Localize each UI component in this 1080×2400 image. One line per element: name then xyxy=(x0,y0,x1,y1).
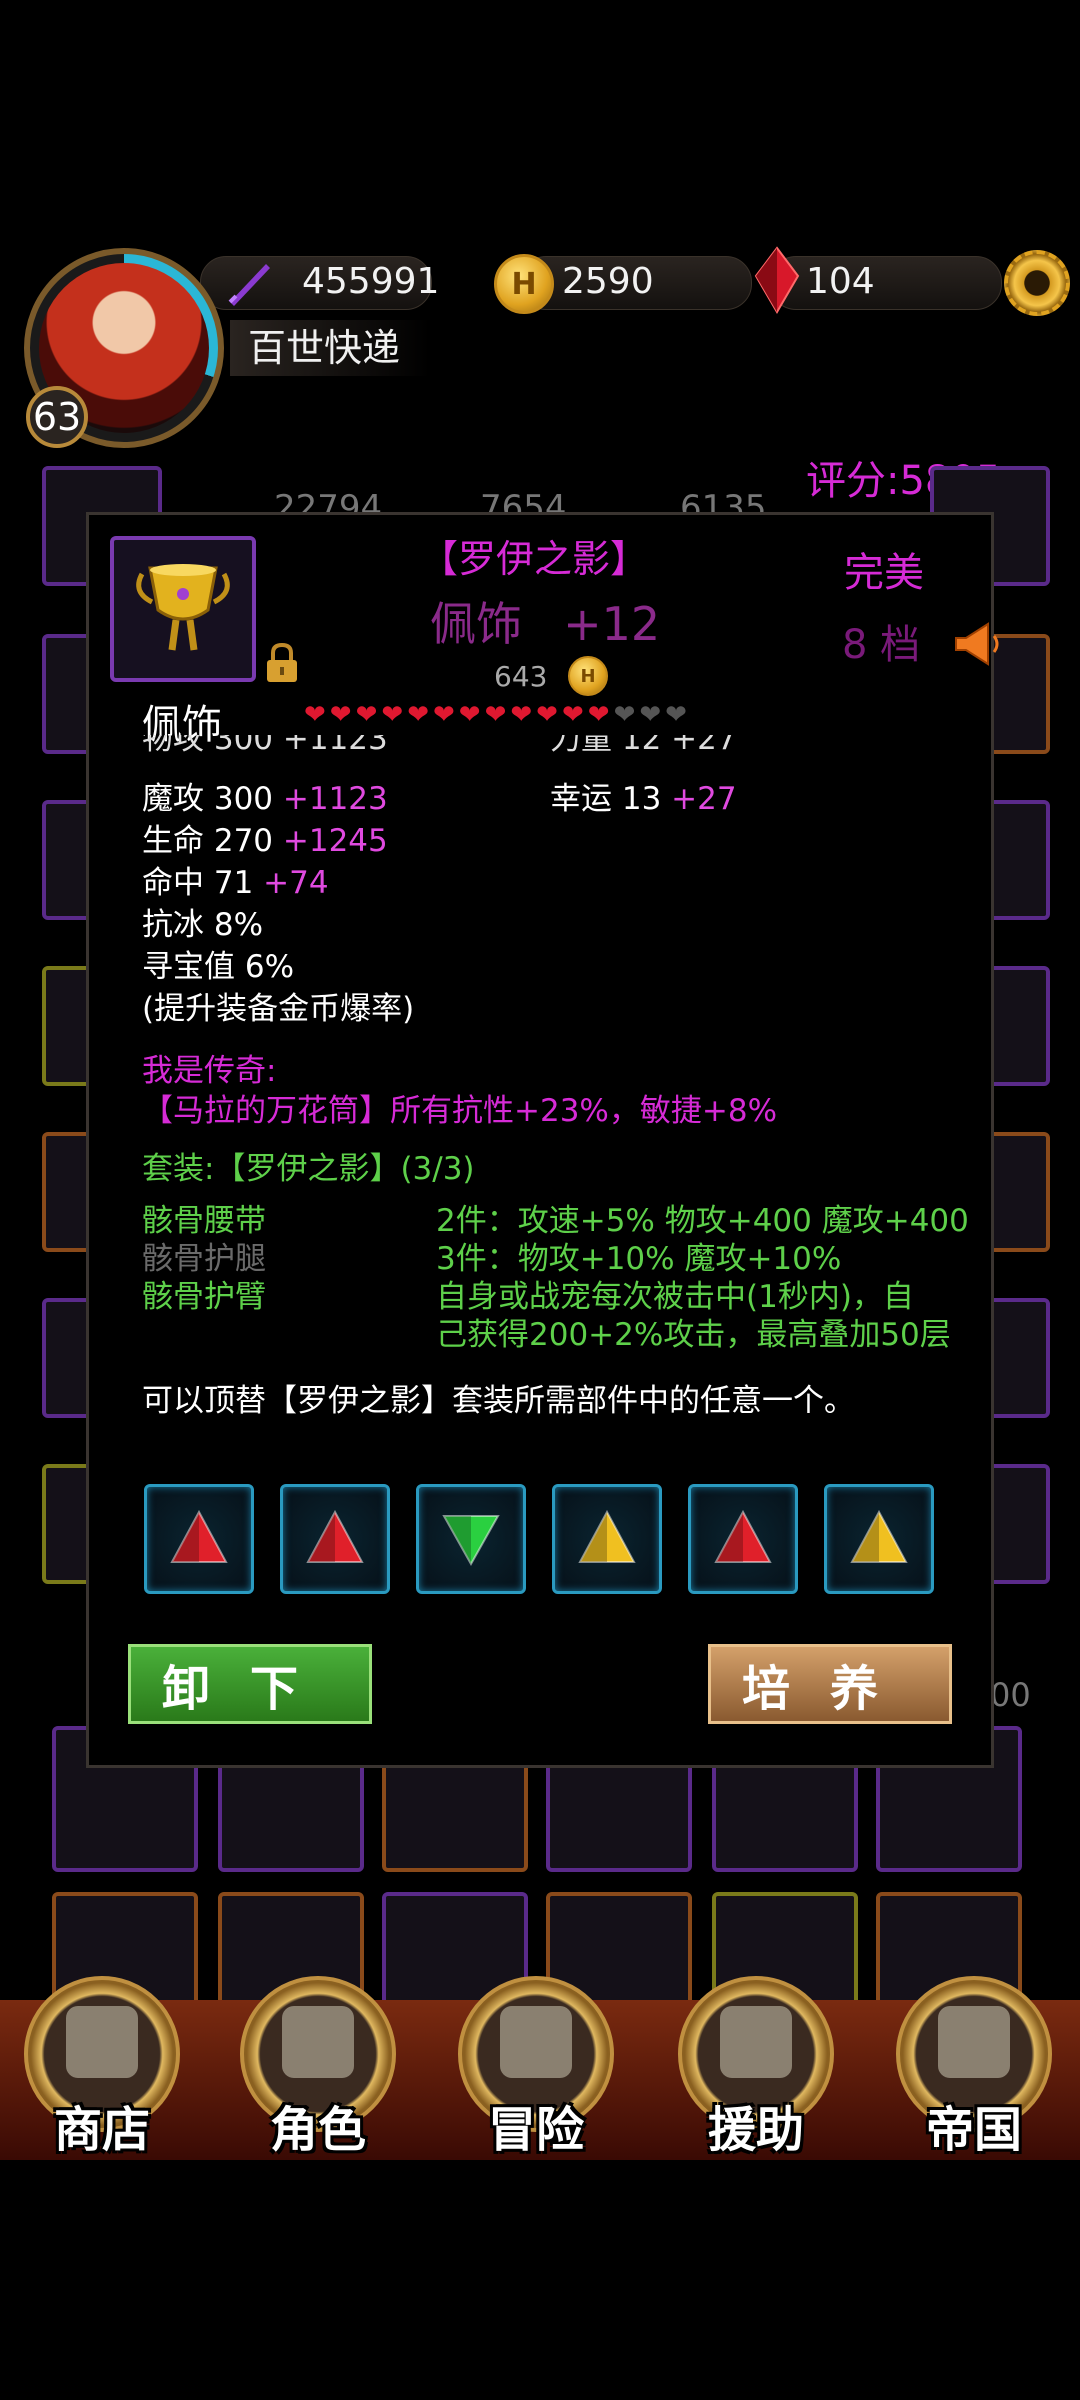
heart-empty-icon: ❤ xyxy=(665,700,687,730)
stat-magic-attack-bonus: +1123 xyxy=(282,781,388,817)
item-price: 643 xyxy=(494,660,548,693)
nav-label[interactable]: 角色 xyxy=(218,2090,418,2160)
hooded-figure-icon xyxy=(282,2006,354,2078)
level-badge: 63 xyxy=(26,386,88,448)
crown-icon xyxy=(938,2006,1010,2078)
set-effect-line-2: 己获得200+2%攻击，最高叠加50层 xyxy=(436,1317,951,1353)
item-grade: 8 档 xyxy=(842,622,921,668)
unequip-button[interactable]: 卸下 xyxy=(128,1644,372,1724)
item-slot-title: 佩饰 xyxy=(430,597,522,651)
stat-physical-attack-cut: 物攻 300 +1123 xyxy=(142,735,388,755)
stat-luck-base: 幸运 13 xyxy=(550,781,672,817)
player-name: 百世快递 xyxy=(248,326,401,370)
gem-triangle-icon xyxy=(306,1509,364,1563)
legendary-effect: 【马拉的万花筒】所有抗性+23%，敏捷+8% xyxy=(142,1093,778,1129)
helper-girl-icon xyxy=(720,2006,792,2078)
heart-filled-icon: ❤ xyxy=(510,700,533,730)
item-quality: 完美 xyxy=(844,550,924,596)
gem-socket[interactable] xyxy=(552,1484,662,1594)
dungeon-gate-icon xyxy=(500,2006,572,2078)
gem-socket[interactable] xyxy=(416,1484,526,1594)
legendary-title: 我是传奇: xyxy=(142,1053,277,1089)
nav-label[interactable]: 商店 xyxy=(2,2090,202,2160)
gold-coin-icon: H xyxy=(494,254,554,314)
heart-filled-icon: ❤ xyxy=(587,700,610,730)
stat-magic-attack: 魔攻 300 +1123 xyxy=(142,778,388,820)
small-coin-icon: H xyxy=(568,656,608,696)
stat-hit: 命中 71 +74 xyxy=(142,862,329,904)
gem-socket[interactable] xyxy=(824,1484,934,1594)
castle-icon xyxy=(66,2006,138,2078)
set-part-bracer: 骸骨护臂 xyxy=(142,1279,266,1315)
stat-treasure: 寻宝值 6% xyxy=(142,949,295,985)
nav-label[interactable]: 帝国 xyxy=(874,2090,1074,2160)
heart-filled-icon: ❤ xyxy=(536,700,558,730)
power-value: 455991 xyxy=(302,261,440,302)
item-slot-title-row: 佩饰 +12 xyxy=(430,588,660,654)
gem-socket[interactable] xyxy=(688,1484,798,1594)
gem-triangle-icon xyxy=(170,1509,228,1563)
stat-magic-attack-base: 魔攻 300 xyxy=(142,781,283,817)
heart-filled-icon: ❤ xyxy=(484,700,507,730)
cultivate-button[interactable]: 培养 xyxy=(708,1644,952,1724)
gem-socket-row xyxy=(144,1484,936,1594)
lock-icon[interactable] xyxy=(264,642,300,684)
gem-value: 104 xyxy=(806,261,875,302)
set-title: 套装:【罗伊之影】(3/3) xyxy=(142,1151,475,1187)
heart-filled-icon: ❤ xyxy=(458,700,481,730)
stat-hit-base: 命中 71 xyxy=(142,865,264,901)
red-crystal-icon[interactable] xyxy=(752,246,802,314)
gem-triangle-icon xyxy=(714,1509,772,1563)
stat-hit-bonus: +74 xyxy=(263,865,329,901)
gem-bar xyxy=(770,256,1002,310)
bg-right-number: 00 xyxy=(990,1676,1031,1714)
heart-empty-icon: ❤ xyxy=(613,700,636,730)
stat-hp-base: 生命 270 xyxy=(142,823,283,859)
settings-gear-icon[interactable] xyxy=(1004,250,1070,316)
golden-cup-icon xyxy=(136,564,230,651)
stat-hp-bonus: +1245 xyxy=(282,823,388,859)
heart-filled-icon: ❤ xyxy=(304,700,326,730)
heart-filled-icon: ❤ xyxy=(432,700,455,730)
item-name: 【罗伊之影】 xyxy=(420,537,649,581)
bottom-nav: 商店 角色 冒险 援助 帝国 xyxy=(0,1976,1080,2158)
quality-hearts: ❤ ❤ ❤ ❤ ❤ ❤ ❤ ❤ ❤ ❤ ❤ ❤ ❤ ❤ ❤ xyxy=(304,700,691,730)
stat-hp: 生命 270 +1245 xyxy=(142,820,388,862)
item-enhance: +12 xyxy=(563,597,661,651)
stat-luck-bonus: +27 xyxy=(671,781,737,817)
nav-label[interactable]: 援助 xyxy=(656,2090,856,2160)
sword-icon xyxy=(228,264,270,306)
heart-filled-icon: ❤ xyxy=(355,700,378,730)
stat-luck: 幸运 13 +27 xyxy=(550,778,737,820)
nav-label[interactable]: 冒险 xyxy=(436,2090,636,2160)
heart-filled-icon: ❤ xyxy=(329,700,352,730)
gem-triangle-icon xyxy=(578,1509,636,1563)
gem-emerald-icon xyxy=(442,1515,500,1567)
heart-empty-icon: ❤ xyxy=(639,700,662,730)
stat-strength-cut: 力量 12 +27 xyxy=(550,735,737,755)
item-icon-frame xyxy=(110,536,256,682)
set-part-belt: 骸骨腰带 xyxy=(142,1203,266,1239)
gold-value: 2590 xyxy=(562,261,654,302)
horn-icon[interactable] xyxy=(950,616,1006,672)
gem-socket[interactable] xyxy=(280,1484,390,1594)
heart-filled-icon: ❤ xyxy=(561,700,584,730)
heart-filled-icon: ❤ xyxy=(381,700,404,730)
set-effect-line-1: 自身或战宠每次被击中(1秒内)，自 xyxy=(436,1279,914,1315)
set-bonus-3: 3件：物攻+10% 魔攻+10% xyxy=(436,1241,842,1277)
heart-filled-icon: ❤ xyxy=(407,700,429,730)
stat-treasure-note: (提升装备金币爆率) xyxy=(142,991,415,1027)
set-bonus-2: 2件：攻速+5% 物攻+400 魔攻+400 xyxy=(436,1203,969,1239)
set-part-greaves: 骸骨护腿 xyxy=(142,1241,266,1277)
stat-ice-resist: 抗冰 8% xyxy=(142,907,264,943)
substitute-note: 可以顶替【罗伊之影】套装所需部件中的任意一个。 xyxy=(142,1383,855,1419)
gem-triangle-icon xyxy=(850,1509,908,1563)
gem-socket[interactable] xyxy=(144,1484,254,1594)
